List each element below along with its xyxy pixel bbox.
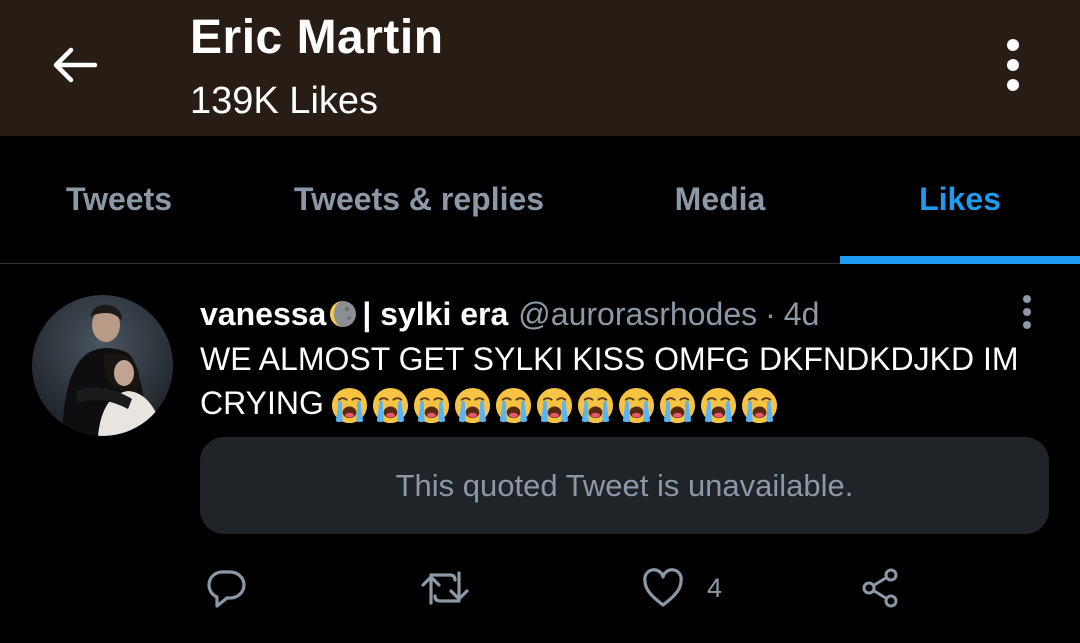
tab-tweets-replies[interactable]: Tweets & replies [238,136,600,263]
like-button[interactable]: 4 [641,566,722,610]
tweet-author-name[interactable]: vanessa [200,296,326,333]
loudly-crying-emoji-icon [659,387,695,424]
tweet-author-name-suffix[interactable]: | sylki era [362,296,508,333]
tweet-author-handle[interactable]: @aurorasrhodes [518,296,757,333]
more-vertical-icon [1023,295,1031,329]
tab-likes[interactable]: Likes [840,136,1080,263]
likes-count: 139K Likes [190,80,379,122]
loudly-crying-emoji-icon [536,387,572,424]
loudly-crying-emoji-icon [741,387,777,424]
loudly-crying-emoji-icon [372,387,408,424]
loudly-crying-emoji-icon [413,387,449,424]
like-count: 4 [707,572,723,603]
heart-icon [643,568,683,607]
share-button[interactable] [860,566,902,610]
tab-media[interactable]: Media [600,136,840,263]
tweet-header: vanessa | sylki era @aurorasrhodes · 4d [200,292,819,336]
loudly-crying-emoji-icon [331,387,367,424]
active-tab-indicator [840,256,1080,264]
separator-dot: · [765,295,776,332]
loudly-crying-emoji-icon [700,387,736,424]
quoted-tweet-unavailable[interactable]: This quoted Tweet is unavailable. [200,437,1049,534]
tweet-body: WE ALMOST GET SYLKI KISS OMFG DKFNDKDJKD… [200,337,1050,425]
reply-icon [207,570,246,608]
loudly-crying-emoji-icon [495,387,531,424]
tab-tweets[interactable]: Tweets [0,136,238,263]
loudly-crying-emoji-icon [618,387,654,424]
loudly-crying-emoji-icon [454,387,490,424]
retweet-button[interactable] [420,566,470,610]
profile-tabs: Tweets Tweets & replies Media Likes [0,136,1080,264]
back-button[interactable] [40,30,110,100]
share-icon [862,568,898,608]
more-vertical-icon [1007,39,1019,91]
back-arrow-icon [53,47,98,83]
tweet-timestamp[interactable]: 4d [784,296,820,333]
avatar-image [32,295,173,436]
loudly-crying-emoji-icon [577,387,613,424]
tweet-more-button[interactable] [1010,290,1044,334]
moon-emoji-icon [330,301,357,327]
retweet-icon [421,571,469,605]
crying-emoji-row [330,386,779,425]
more-options-button[interactable] [988,30,1038,100]
profile-header: Eric Martin 139K Likes [0,0,1080,136]
reply-button[interactable] [205,566,247,610]
profile-name: Eric Martin [190,11,444,64]
avatar[interactable] [32,295,173,436]
